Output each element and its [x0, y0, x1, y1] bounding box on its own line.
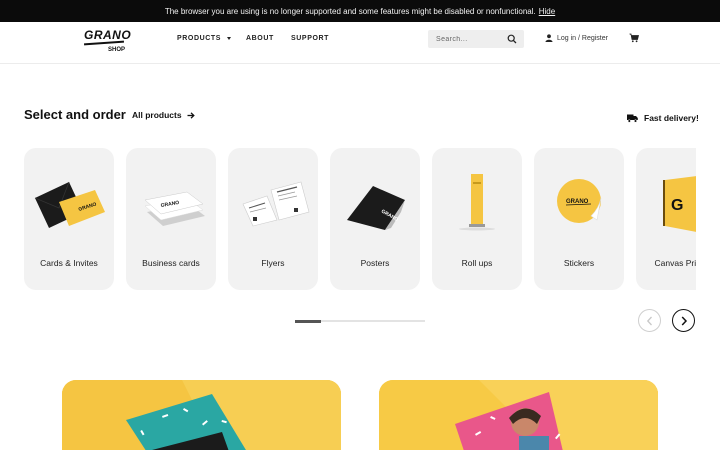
delivery-truck-icon [627, 114, 638, 123]
section-title: Select and order [24, 107, 126, 122]
canvas-prints-image: G [663, 176, 696, 232]
cart-icon[interactable] [629, 33, 639, 43]
login-register-link[interactable]: Log in / Register [545, 34, 608, 42]
all-products-label: All products [132, 110, 182, 120]
user-icon [545, 34, 553, 42]
product-card-flyers[interactable]: Flyers [228, 148, 318, 290]
search-input[interactable] [436, 35, 506, 43]
svg-text:G: G [671, 197, 683, 214]
product-label: Business cards [142, 258, 200, 268]
product-label: Cards & Invites [40, 258, 98, 268]
nav-about[interactable]: ABOUT [246, 35, 274, 42]
logo-subtext: SHOP [108, 47, 126, 53]
chevron-down-icon [227, 37, 232, 40]
fast-delivery-label: Fast delivery! [644, 113, 699, 123]
product-carousel: GRANO Cards & Invites GRANO Business car… [24, 148, 696, 290]
product-card-canvas-prints[interactable]: G Canvas Prints [636, 148, 696, 290]
nav-about-label: ABOUT [246, 35, 274, 42]
flyers-image [242, 181, 310, 227]
fast-delivery-badge: Fast delivery! [627, 113, 699, 123]
product-card-roll-ups[interactable]: Roll ups [432, 148, 522, 290]
carousel-prev-button[interactable] [638, 309, 661, 332]
promo-tile-flyers[interactable] [379, 380, 658, 450]
carousel-scrollbar-thumb[interactable] [295, 319, 321, 323]
search-icon[interactable] [507, 34, 517, 44]
posters-image: GRANO [347, 186, 405, 230]
cards-invites-image: GRANO [34, 181, 105, 228]
promo-business-cards-image [62, 380, 341, 450]
chevron-left-icon [646, 316, 652, 325]
promo-flyers-image [379, 380, 658, 450]
carousel-scrollbar[interactable] [295, 319, 425, 323]
business-cards-image: GRANO [144, 191, 205, 226]
carousel-next-button[interactable] [672, 309, 695, 332]
all-products-link[interactable]: All products [132, 110, 195, 120]
nav-products-label: PRODUCTS [177, 35, 222, 42]
banner-hide-link[interactable]: Hide [539, 7, 555, 16]
browser-warning-banner: The browser you are using is no longer s… [0, 0, 720, 22]
stickers-image: GRANO [557, 179, 602, 223]
chevron-right-icon [681, 315, 687, 326]
product-card-posters[interactable]: GRANO Posters [330, 148, 420, 290]
arrow-right-icon [187, 111, 195, 119]
grano-shop-logo[interactable]: GRANO SHOP [83, 28, 132, 58]
logo-text: GRANO [84, 28, 132, 42]
product-card-cards-invites[interactable]: GRANO Cards & Invites [24, 148, 114, 290]
nav-support-label: SUPPORT [291, 35, 330, 42]
product-label: Flyers [261, 258, 285, 268]
product-label: Posters [360, 258, 390, 268]
product-card-stickers[interactable]: GRANO Stickers [534, 148, 624, 290]
promo-tile-business-cards[interactable] [62, 380, 341, 450]
product-label: Canvas Prints [654, 258, 696, 268]
login-label: Log in / Register [557, 34, 608, 42]
product-label: Roll ups [461, 258, 493, 268]
product-card-business-cards[interactable]: GRANO Business cards [126, 148, 216, 290]
search-box [428, 30, 524, 48]
nav-support[interactable]: SUPPORT [291, 35, 329, 42]
banner-message: The browser you are using is no longer s… [164, 6, 536, 16]
nav-products[interactable]: PRODUCTS [177, 35, 232, 42]
roll-ups-image [459, 174, 495, 231]
product-label: Stickers [563, 258, 595, 268]
site-header: GRANO SHOP PRODUCTS ABOUT SUPPORT Log in… [0, 22, 720, 64]
